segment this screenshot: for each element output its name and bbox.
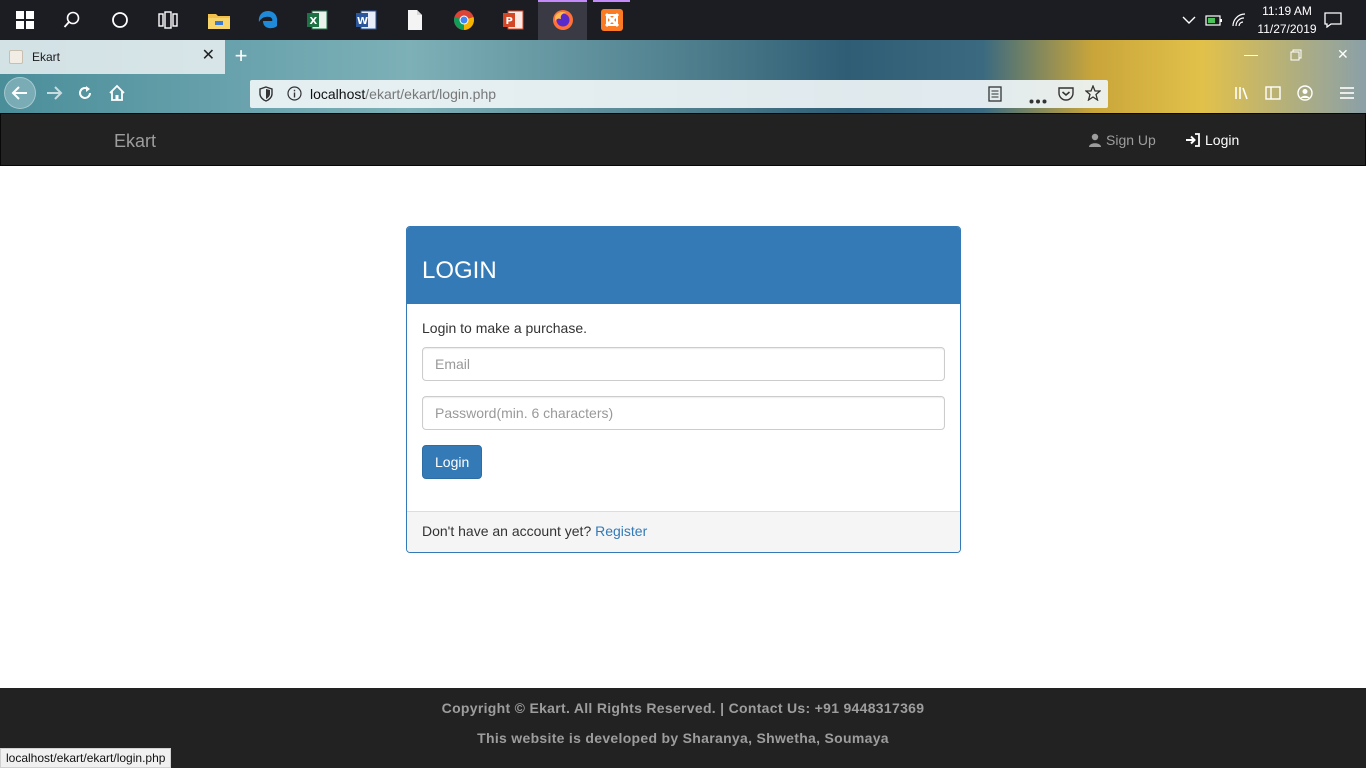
forward-arrow-icon[interactable] (39, 78, 69, 108)
brand-logo[interactable]: Ekart (114, 131, 156, 152)
copyright-text: Copyright © Ekart. All Rights Reserved. … (441, 700, 925, 716)
url-host: localhost (310, 86, 366, 102)
svg-text:P: P (505, 16, 512, 27)
password-field[interactable] (422, 396, 945, 430)
search-icon[interactable] (47, 0, 96, 40)
close-tab-icon[interactable]: ✕ (202, 48, 215, 64)
chrome-icon[interactable] (439, 0, 488, 40)
library-icon[interactable] (1227, 78, 1257, 108)
signup-label: Sign Up (1106, 132, 1156, 148)
tab-title: Ekart (32, 50, 61, 64)
login-submit-button[interactable]: Login (422, 445, 483, 479)
url-path: /ekart/ekart/login.php (365, 86, 497, 102)
register-link[interactable]: Register (595, 523, 647, 539)
svg-text:W: W (357, 16, 368, 27)
pocket-icon[interactable] (1058, 86, 1074, 106)
windows-taskbar: X W P 11:19 AM 11/27/2019 (0, 0, 1366, 40)
login-panel: LOGIN Login to make a purchase. Login Do… (406, 226, 961, 553)
cortana-icon[interactable] (95, 0, 144, 40)
home-icon[interactable] (102, 78, 132, 108)
login-link[interactable]: Login (1185, 132, 1239, 148)
new-tab-icon[interactable]: + (231, 45, 251, 67)
wifi-icon[interactable] (1228, 0, 1250, 40)
firefox-icon[interactable] (538, 0, 587, 40)
account-icon[interactable] (1290, 78, 1320, 108)
browser-tab[interactable]: Ekart ✕ (0, 40, 225, 74)
more-actions-icon[interactable] (1029, 91, 1047, 109)
bookmark-star-icon[interactable] (1084, 84, 1102, 106)
xampp-icon[interactable] (587, 0, 636, 40)
info-icon[interactable] (287, 86, 302, 106)
word-icon[interactable]: W (341, 0, 390, 40)
link-status-bar: localhost/ekart/ekart/login.php (0, 748, 172, 768)
sidebar-icon[interactable] (1258, 78, 1288, 108)
notification-icon[interactable] (1320, 0, 1346, 40)
shield-icon[interactable] (259, 86, 273, 107)
close-window-icon[interactable]: ✕ (1337, 46, 1349, 63)
restore-icon[interactable] (1290, 48, 1302, 64)
login-lead-text: Login to make a purchase. (422, 320, 587, 336)
chevron-up-icon[interactable] (1178, 0, 1200, 40)
site-navbar: Ekart Sign Up Login (0, 113, 1366, 166)
battery-icon[interactable] (1202, 0, 1226, 40)
login-panel-footer: Don't have an account yet? Register (407, 511, 960, 552)
user-icon (1089, 133, 1101, 147)
file-icon[interactable] (390, 0, 439, 40)
edge-icon[interactable] (243, 0, 292, 40)
address-bar[interactable]: localhost/ekart/ekart/login.php (250, 80, 1108, 108)
log-in-icon (1186, 133, 1200, 147)
back-arrow-icon[interactable] (4, 77, 36, 109)
signup-link[interactable]: Sign Up (1088, 132, 1156, 148)
url-text[interactable]: localhost/ekart/ekart/login.php (310, 86, 496, 102)
developers-text: This website is developed by Sharanya, S… (477, 730, 889, 746)
task-view-icon[interactable] (143, 0, 192, 40)
login-heading: LOGIN (407, 227, 960, 304)
browser-chrome: Ekart ✕ + — ✕ localhost/ekart/ekart/logi… (0, 40, 1366, 113)
no-account-text: Don't have an account yet? (422, 523, 592, 539)
taskbar-clock[interactable]: 11:19 AM 11/27/2019 (1252, 2, 1322, 38)
minimize-icon[interactable]: — (1244, 46, 1258, 62)
windows-start-icon[interactable] (0, 0, 49, 40)
tab-favicon-icon (9, 50, 23, 64)
clock-time: 11:19 AM (1262, 4, 1312, 18)
email-field[interactable] (422, 347, 945, 381)
reader-view-icon[interactable] (988, 86, 1002, 107)
hamburger-menu-icon[interactable] (1332, 78, 1362, 108)
login-form: Login to make a purchase. Login (407, 304, 960, 479)
file-explorer-icon[interactable] (194, 0, 243, 40)
site-footer: Copyright © Ekart. All Rights Reserved. … (0, 688, 1366, 768)
reload-icon[interactable] (70, 78, 100, 108)
excel-icon[interactable]: X (292, 0, 341, 40)
clock-date: 11/27/2019 (1257, 22, 1317, 36)
powerpoint-icon[interactable]: P (488, 0, 537, 40)
login-label: Login (1205, 132, 1240, 148)
svg-text:X: X (309, 16, 317, 27)
